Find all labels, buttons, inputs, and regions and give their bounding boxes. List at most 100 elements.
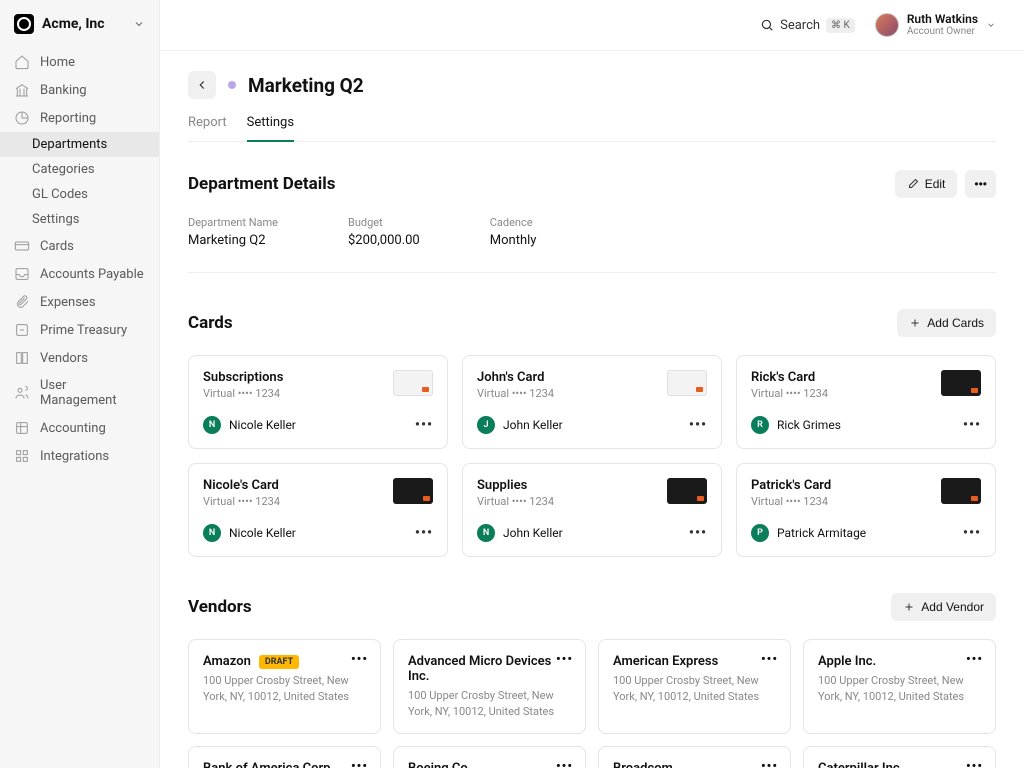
budget-value: $200,000.00 [348, 233, 420, 248]
tabs: Report Settings [188, 115, 996, 142]
user-menu[interactable]: Ruth Watkins Account Owner [875, 12, 996, 38]
nav-banking[interactable]: Banking [0, 76, 159, 104]
more-icon: ••• [974, 177, 987, 191]
card-name: Supplies [477, 478, 554, 493]
card-name: John's Card [477, 370, 554, 385]
bank-icon [14, 82, 30, 98]
nav-sub-departments[interactable]: Departments [0, 132, 159, 157]
plus-icon [909, 317, 921, 329]
owner-avatar-icon: N [203, 524, 221, 542]
draft-badge: DRAFT [259, 655, 299, 669]
card-owner: N Nicole Keller [203, 524, 296, 542]
vendor-item[interactable]: Advanced Micro Devices Inc. 100 Upper Cr… [393, 639, 586, 734]
search-button[interactable]: Search ⌘ K [760, 18, 855, 33]
org-logo-icon [14, 14, 34, 34]
vendor-item[interactable]: Boeing Co. 100 Upper Crosby Street, New … [393, 746, 586, 768]
card-owner: J John Keller [477, 416, 563, 434]
card-item[interactable]: John's Card Virtual •••• 1234 J John Kel… [462, 355, 722, 449]
pencil-icon [907, 178, 919, 190]
chart-icon [14, 110, 30, 126]
vendor-more-button[interactable]: ••• [351, 759, 368, 768]
vendor-more-button[interactable]: ••• [351, 652, 368, 667]
card-more-button[interactable]: ••• [963, 417, 981, 433]
more-button[interactable]: ••• [965, 170, 996, 198]
nav-cards[interactable]: Cards [0, 232, 159, 260]
section-vendors: Vendors Add Vendor AmazonDRAFT 100 Upper… [188, 593, 996, 768]
card-more-button[interactable]: ••• [415, 417, 433, 433]
org-switcher[interactable]: Acme, Inc [0, 14, 159, 48]
nav-accounting[interactable]: Accounting [0, 414, 159, 442]
card-more-button[interactable]: ••• [689, 417, 707, 433]
add-cards-button[interactable]: Add Cards [897, 309, 996, 337]
vendor-more-button[interactable]: ••• [966, 652, 983, 667]
sidebar: Acme, Inc Home Banking Reporting Departm… [0, 0, 160, 768]
nav-reporting[interactable]: Reporting [0, 104, 159, 132]
nav-sub-gl-codes[interactable]: GL Codes [0, 182, 159, 207]
main-content: Search ⌘ K Ruth Watkins Account Owner Ma… [160, 0, 1024, 768]
nav-home[interactable]: Home [0, 48, 159, 76]
vendor-item[interactable]: Apple Inc. 100 Upper Crosby Street, New … [803, 639, 996, 734]
inbox-icon [14, 266, 30, 282]
card-owner: P Patrick Armitage [751, 524, 866, 542]
topbar: Search ⌘ K Ruth Watkins Account Owner [160, 0, 1024, 51]
nav-integrations[interactable]: Integrations [0, 442, 159, 470]
nav-user-mgmt[interactable]: User Management [0, 372, 159, 414]
vendor-item[interactable]: Bank of America Corp. 100 Upper Crosby S… [188, 746, 381, 768]
vendor-name: Boeing Co. [408, 761, 571, 768]
nav-sub-categories[interactable]: Categories [0, 157, 159, 182]
card-more-button[interactable]: ••• [415, 525, 433, 541]
apps-icon [14, 448, 30, 464]
card-type: Virtual •••• 1234 [203, 387, 283, 400]
owner-avatar-icon: P [751, 524, 769, 542]
users-icon [14, 385, 30, 401]
nav-sub-settings[interactable]: Settings [0, 207, 159, 232]
add-vendor-button[interactable]: Add Vendor [891, 593, 996, 621]
tab-settings[interactable]: Settings [247, 115, 294, 142]
card-thumbnail-icon [393, 478, 433, 504]
nav-treasury[interactable]: Prime Treasury [0, 316, 159, 344]
card-type: Virtual •••• 1234 [751, 387, 828, 400]
vendor-item[interactable]: Caterpillar Inc. 100 Upper Crosby Street… [803, 746, 996, 768]
vendor-more-button[interactable]: ••• [966, 759, 983, 768]
card-thumbnail-icon [667, 478, 707, 504]
user-role: Account Owner [907, 26, 978, 38]
cadence-value: Monthly [490, 233, 537, 248]
vendor-more-button[interactable]: ••• [761, 759, 778, 768]
nav-expenses[interactable]: Expenses [0, 288, 159, 316]
card-more-button[interactable]: ••• [963, 525, 981, 541]
card-type: Virtual •••• 1234 [477, 387, 554, 400]
search-label: Search [780, 18, 820, 33]
section-details: Department Details Edit ••• Department N… [188, 170, 996, 273]
vendor-item[interactable]: AmazonDRAFT 100 Upper Crosby Street, New… [188, 639, 381, 734]
card-item[interactable]: Supplies Virtual •••• 1234 N John Keller… [462, 463, 722, 557]
vendor-more-button[interactable]: ••• [556, 759, 573, 768]
card-item[interactable]: Rick's Card Virtual •••• 1234 R Rick Gri… [736, 355, 996, 449]
vendor-item[interactable]: American Express 100 Upper Crosby Street… [598, 639, 791, 734]
vendor-more-button[interactable]: ••• [761, 652, 778, 667]
back-button[interactable] [188, 71, 216, 99]
owner-avatar-icon: N [203, 416, 221, 434]
card-more-button[interactable]: ••• [689, 525, 707, 541]
vendor-item[interactable]: Broadcom 100 Upper Crosby Street, New Yo… [598, 746, 791, 768]
cadence-label: Cadence [490, 216, 537, 229]
edit-button[interactable]: Edit [895, 170, 958, 198]
card-item[interactable]: Nicole's Card Virtual •••• 1234 N Nicole… [188, 463, 448, 557]
grid-icon [14, 420, 30, 436]
owner-avatar-icon: R [751, 416, 769, 434]
nav-ap[interactable]: Accounts Payable [0, 260, 159, 288]
vendor-name: American Express [613, 654, 776, 669]
tab-report[interactable]: Report [188, 115, 227, 141]
chevron-down-icon [133, 18, 145, 30]
vendor-address: 100 Upper Crosby Street, New York, NY, 1… [818, 673, 981, 704]
vendor-address: 100 Upper Crosby Street, New York, NY, 1… [613, 673, 776, 704]
card-owner: N John Keller [477, 524, 563, 542]
vendors-title: Vendors [188, 597, 252, 617]
vendor-more-button[interactable]: ••• [556, 652, 573, 667]
vendor-name: Advanced Micro Devices Inc. [408, 654, 571, 684]
home-icon [14, 54, 30, 70]
vendor-address: 100 Upper Crosby Street, New York, NY, 1… [408, 688, 571, 719]
nav-vendors[interactable]: Vendors [0, 344, 159, 372]
card-item[interactable]: Patrick's Card Virtual •••• 1234 P Patri… [736, 463, 996, 557]
vendor-name: Apple Inc. [818, 654, 981, 669]
card-item[interactable]: Subscriptions Virtual •••• 1234 N Nicole… [188, 355, 448, 449]
